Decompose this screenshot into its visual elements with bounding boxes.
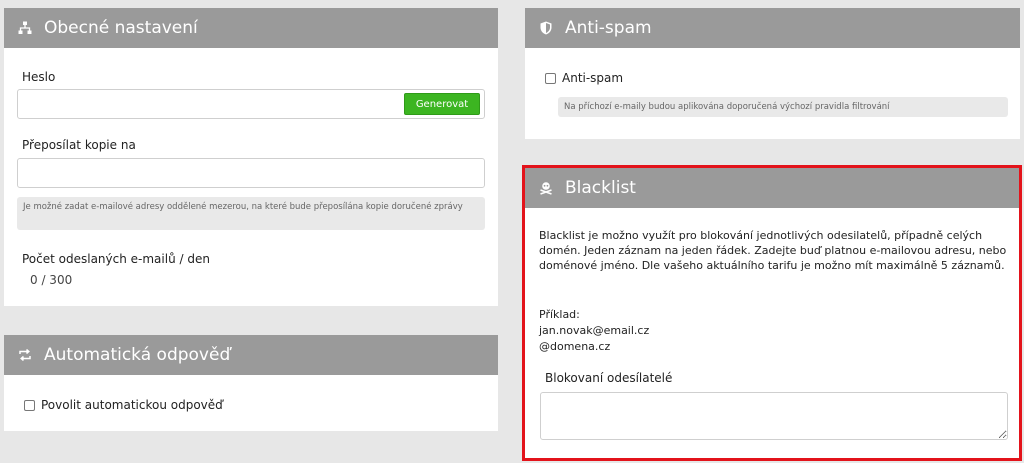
antispam-title: Anti-spam <box>565 18 652 38</box>
general-settings-title: Obecné nastavení <box>44 18 198 38</box>
general-settings-panel: Obecné nastavení Heslo Generovat Přeposí… <box>4 8 498 306</box>
sent-count-value: 0 / 300 <box>30 273 73 287</box>
forward-hint: Je možné zadat e-mailové adresy oddělené… <box>17 197 485 230</box>
antispam-panel: Anti-spam Anti-spam Na příchozí e-maily … <box>525 8 1020 139</box>
forward-label: Přeposílat kopie na <box>22 138 136 152</box>
antispam-header: Anti-spam <box>525 8 1020 48</box>
autoreply-title: Automatická odpověď <box>44 345 231 365</box>
sent-count-label: Počet odeslaných e-mailů / den <box>22 252 210 266</box>
antispam-hint: Na příchozí e-maily budou aplikována dop… <box>558 97 1008 117</box>
blacklist-header: Blacklist <box>525 168 1019 208</box>
skull-crossbones-icon <box>539 181 553 195</box>
example-domain: @domena.cz <box>539 340 611 353</box>
retweet-icon <box>18 348 32 362</box>
shield-icon <box>539 21 553 35</box>
autoreply-header: Automatická odpověď <box>4 335 498 375</box>
autoreply-checkbox[interactable] <box>24 400 35 411</box>
example-email: jan.novak@email.cz <box>539 324 650 337</box>
blacklist-title: Blacklist <box>565 178 636 198</box>
generate-button[interactable]: Generovat <box>404 93 480 115</box>
blocked-senders-textarea[interactable] <box>540 392 1008 440</box>
forward-input[interactable] <box>17 158 485 188</box>
antispam-checkbox[interactable] <box>545 73 556 84</box>
blacklist-description: Blacklist je možno využít pro blokování … <box>539 229 1007 272</box>
blocked-senders-label: Blokovaní odesílatelé <box>545 371 673 385</box>
example-label: Příklad: <box>539 308 580 321</box>
antispam-checkbox-label[interactable]: Anti-spam <box>562 71 623 85</box>
sitemap-icon <box>18 21 32 35</box>
password-label: Heslo <box>22 70 56 84</box>
autoreply-panel: Automatická odpověď Povolit automatickou… <box>4 335 498 431</box>
autoreply-checkbox-label[interactable]: Povolit automatickou odpověď <box>41 398 223 412</box>
blacklist-panel: Blacklist Blacklist je možno využít pro … <box>525 168 1019 458</box>
general-settings-header: Obecné nastavení <box>4 8 498 48</box>
